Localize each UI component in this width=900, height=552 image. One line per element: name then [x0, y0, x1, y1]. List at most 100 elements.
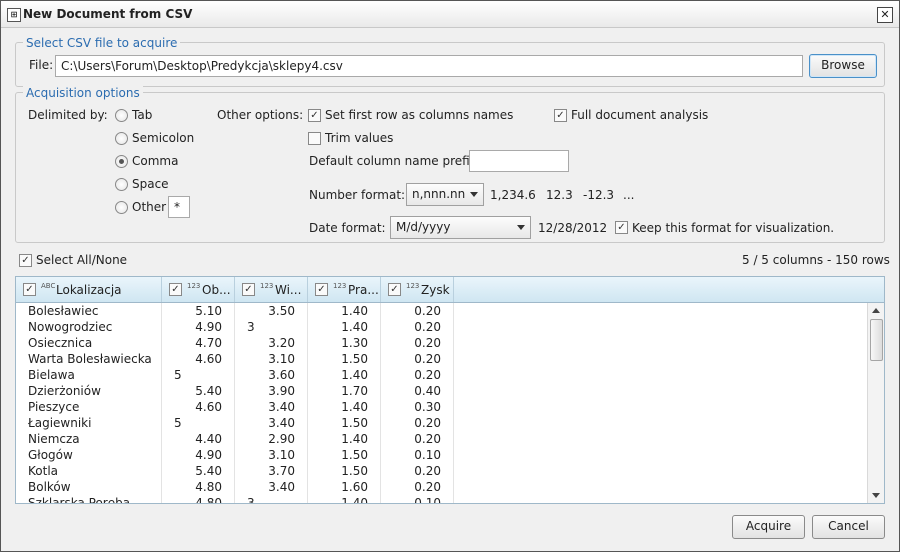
radio-semicolon[interactable] [115, 132, 128, 145]
delimited-by-label: Delimited by: [28, 108, 108, 122]
app-icon: ⊞ [7, 8, 21, 22]
radio-other[interactable] [115, 201, 128, 214]
table-cell: 4.80 [162, 495, 235, 503]
table-row: Szklarska Poręba 4.80 3 1.40 0.10 [16, 495, 868, 503]
number-type-icon: 123 [260, 282, 274, 290]
scroll-up-icon[interactable] [872, 308, 880, 313]
table-cell: 3.60 [235, 367, 308, 383]
file-group-legend: Select CSV file to acquire [23, 36, 181, 50]
column-checkbox[interactable]: ✓ [23, 283, 36, 296]
table-cell: 1.40 [308, 319, 381, 335]
vertical-scrollbar[interactable] [867, 303, 884, 503]
keep-format-checkbox[interactable]: ✓ [615, 221, 628, 234]
table-cell: Bolków [16, 479, 162, 495]
table-row: Dzierżoniów 5.40 3.90 1.70 0.40 [16, 383, 868, 399]
table-cell: Niemcza [16, 431, 162, 447]
number-type-icon: 123 [187, 282, 201, 290]
table-cell: Szklarska Poręba [16, 495, 162, 503]
column-header-pra[interactable]: ✓ 123 Pra... [308, 277, 381, 302]
number-example-2: 12.3 [546, 188, 573, 202]
table-row: Niemcza 4.40 2.90 1.40 0.20 [16, 431, 868, 447]
table-cell: 0.20 [381, 431, 454, 447]
date-format-value: M/d/yyyy [396, 220, 451, 234]
column-header-label: Lokalizacja [56, 283, 122, 297]
trim-values-checkbox[interactable] [308, 132, 321, 145]
radio-other-label: Other [132, 200, 167, 214]
select-all-checkbox[interactable]: ✓ [19, 254, 32, 267]
radio-space[interactable] [115, 178, 128, 191]
table-cell: 1.50 [308, 463, 381, 479]
column-header-lokalizacja[interactable]: ✓ ABC Lokalizacja [16, 277, 162, 302]
radio-comma[interactable] [115, 155, 128, 168]
table-cell: 2.90 [235, 431, 308, 447]
column-checkbox[interactable]: ✓ [169, 283, 182, 296]
table-cell: 5 [162, 415, 235, 431]
table-cell: 4.60 [162, 399, 235, 415]
table-row: Głogów 4.90 3.10 1.50 0.10 [16, 447, 868, 463]
csv-import-dialog: ⊞ New Document from CSV ✕ Select CSV fil… [0, 0, 900, 552]
radio-semicolon-label: Semicolon [132, 131, 195, 145]
select-all-label: Select All/None [36, 253, 128, 267]
acquire-button[interactable]: Acquire [732, 515, 805, 539]
column-checkbox[interactable]: ✓ [315, 283, 328, 296]
window-title: New Document from CSV [23, 7, 193, 21]
trim-values-label: Trim values [325, 131, 394, 145]
table-row: Nowogrodziec 4.90 3 1.40 0.20 [16, 319, 868, 335]
close-icon[interactable]: ✕ [877, 7, 893, 23]
cancel-button[interactable]: Cancel [812, 515, 885, 539]
browse-button[interactable]: Browse [809, 54, 877, 78]
table-cell: 3 [235, 319, 308, 335]
scroll-down-icon[interactable] [872, 493, 880, 498]
number-format-label: Number format: [309, 188, 406, 202]
file-path-input[interactable]: C:\Users\Forum\Desktop\Predykcja\sklepy4… [55, 55, 803, 77]
table-cell: 0.20 [381, 335, 454, 351]
radio-tab[interactable] [115, 109, 128, 122]
table-cell: Kotla [16, 463, 162, 479]
file-label: File: [29, 58, 54, 72]
column-checkbox[interactable]: ✓ [242, 283, 255, 296]
first-row-label: Set first row as columns names [325, 108, 514, 122]
table-cell: 4.70 [162, 335, 235, 351]
table-cell: 4.90 [162, 319, 235, 335]
table-cell: 0.10 [381, 495, 454, 503]
date-example: 12/28/2012 [538, 221, 608, 235]
table-cell: Pieszyce [16, 399, 162, 415]
table-cell: Głogów [16, 447, 162, 463]
table-cell: 0.30 [381, 399, 454, 415]
number-type-icon: 123 [333, 282, 347, 290]
prefix-input[interactable] [469, 150, 569, 172]
table-cell: 0.20 [381, 463, 454, 479]
table-cell: 5.40 [162, 383, 235, 399]
date-format-label: Date format: [309, 221, 386, 235]
column-header-zysk[interactable]: ✓ 123 Zysk [381, 277, 454, 302]
table-row: Warta Bolesławiecka 4.60 3.10 1.50 0.20 [16, 351, 868, 367]
column-header-ob[interactable]: ✓ 123 Ob... [162, 277, 235, 302]
table-cell: 1.50 [308, 415, 381, 431]
table-cell: 1.40 [308, 495, 381, 503]
scrollbar-thumb[interactable] [870, 319, 883, 361]
columns-info: 5 / 5 columns - 150 rows [742, 253, 890, 267]
full-analysis-checkbox[interactable]: ✓ [554, 109, 567, 122]
table-cell: 3.40 [235, 415, 308, 431]
first-row-checkbox[interactable]: ✓ [308, 109, 321, 122]
table-cell: 3.10 [235, 351, 308, 367]
preview-table: ✓ ABC Lokalizacja ✓ 123 Ob... ✓ 123 Wi..… [15, 276, 885, 504]
column-checkbox[interactable]: ✓ [388, 283, 401, 296]
radio-space-label: Space [132, 177, 169, 191]
column-header-wi[interactable]: ✓ 123 Wi... [235, 277, 308, 302]
table-cell: 1.30 [308, 335, 381, 351]
number-format-select[interactable]: n,nnn.nn [406, 183, 484, 206]
table-cell: 4.80 [162, 479, 235, 495]
table-cell: 1.50 [308, 447, 381, 463]
other-delimiter-input[interactable]: * [168, 196, 190, 218]
date-format-select[interactable]: M/d/yyyy [390, 216, 531, 239]
prefix-label: Default column name prefix: [309, 154, 481, 168]
table-header: ✓ ABC Lokalizacja ✓ 123 Ob... ✓ 123 Wi..… [16, 277, 884, 303]
table-cell: 4.40 [162, 431, 235, 447]
table-cell: Nowogrodziec [16, 319, 162, 335]
table-cell: 5.40 [162, 463, 235, 479]
full-analysis-label: Full document analysis [571, 108, 709, 122]
radio-comma-label: Comma [132, 154, 179, 168]
table-cell: 1.60 [308, 479, 381, 495]
table-cell: 3.20 [235, 335, 308, 351]
